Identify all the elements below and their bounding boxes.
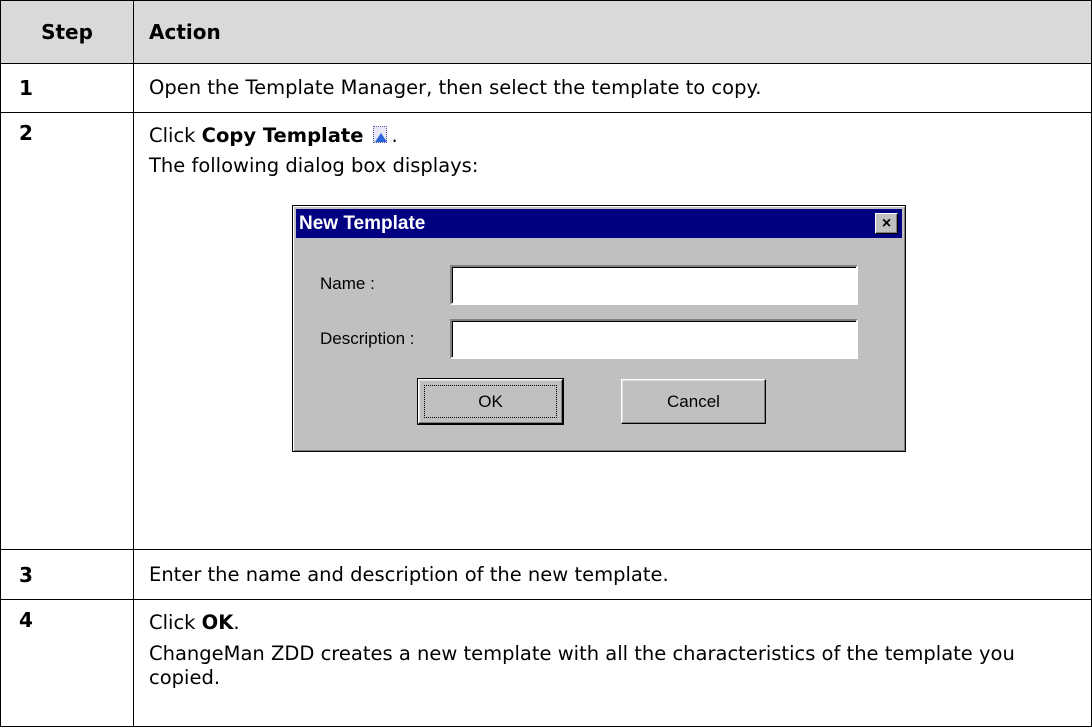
table-row: 1 Open the Template Manager, then select…	[0, 63, 1092, 113]
table-row: 2 Click Copy Template. The following dia…	[0, 112, 1092, 550]
step-action: Click OK. ChangeMan ZDD creates a new te…	[133, 599, 1092, 727]
step-action: Enter the name and description of the ne…	[133, 549, 1092, 600]
cancel-button[interactable]: Cancel	[621, 379, 766, 424]
ok-button[interactable]: OK	[417, 378, 564, 425]
step-text: Click	[149, 124, 202, 147]
description-label: Description :	[320, 329, 415, 348]
new-template-dialog: New Template × Name : Description : OK C…	[292, 205, 906, 452]
step-text: .	[391, 124, 398, 147]
step-text: Click	[149, 611, 202, 634]
dialog-title: New Template	[299, 213, 426, 234]
step-line: ChangeMan ZDD creates a new template wit…	[149, 642, 1015, 689]
close-button[interactable]: ×	[875, 213, 898, 234]
table-row: 4 Click OK. ChangeMan ZDD creates a new …	[0, 599, 1092, 727]
step-line: Click Copy Template.	[149, 121, 1091, 151]
header-step: Step	[0, 0, 134, 64]
header-action: Action	[133, 0, 1092, 64]
step-number: 3	[0, 549, 134, 600]
step-number: 1	[0, 63, 134, 113]
table-header: Step Action	[0, 0, 1092, 64]
table-row: 3 Enter the name and description of the …	[0, 549, 1092, 600]
dialog-titlebar: New Template ×	[296, 209, 902, 238]
description-field[interactable]	[450, 319, 858, 359]
step-number: 2	[0, 112, 134, 550]
step-action: Open the Template Manager, then select t…	[133, 63, 1092, 113]
step-number: 4	[0, 599, 134, 727]
step-bold-text: Copy Template	[201, 124, 364, 147]
step-line: The following dialog box displays:	[149, 154, 479, 177]
step-text: .	[233, 611, 240, 634]
step-line: Click OK.	[149, 608, 1091, 638]
name-field[interactable]	[450, 265, 858, 305]
close-icon: ×	[881, 215, 892, 232]
step-bold-text: OK	[201, 611, 234, 634]
steps-table: Step Action 1 Open the Template Manager,…	[0, 0, 1092, 727]
copy-template-icon	[369, 124, 391, 146]
name-label: Name :	[320, 274, 375, 293]
step-action: Click Copy Template. The following dialo…	[133, 112, 1092, 550]
